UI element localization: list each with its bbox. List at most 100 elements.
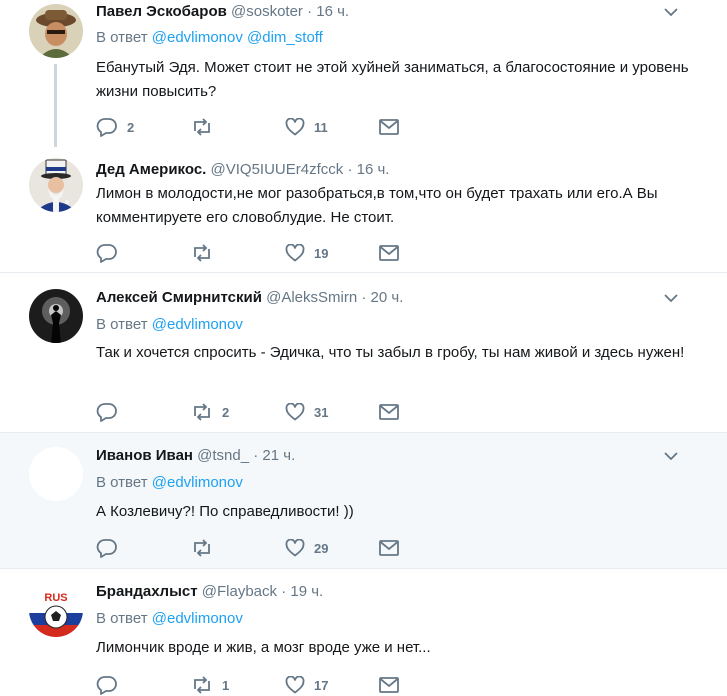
mention-link[interactable]: @dim_stoff — [247, 29, 323, 46]
envelope-icon — [379, 119, 399, 135]
heart-icon — [285, 118, 305, 136]
direct-message-button[interactable] — [379, 242, 399, 264]
person-with-hat-icon[interactable] — [29, 4, 83, 58]
retweet-icon — [194, 539, 210, 557]
tweet-header: Иванов Иван @tsnd_ · 21 ч. — [96, 446, 295, 466]
envelope-icon — [379, 540, 399, 556]
user-name[interactable]: Брандахлыст — [96, 583, 198, 600]
retweet-button[interactable] — [191, 116, 222, 138]
retweet-icon — [194, 676, 210, 694]
retweet-icon — [194, 118, 210, 136]
retweet-button[interactable] — [191, 242, 222, 264]
tweet[interactable]: Павел Эскобаров @soskoter · 16 ч. В отве… — [0, 0, 727, 155]
like-button[interactable]: 29 — [285, 537, 328, 559]
direct-message-button[interactable] — [379, 116, 399, 138]
reply-icon — [96, 244, 117, 263]
retweet-count: 2 — [222, 404, 230, 420]
reply-icon — [96, 539, 117, 558]
tweet[interactable]: RUS Брандахлыст @Flayback · 19 ч. В отве… — [0, 569, 727, 695]
heart-icon — [285, 403, 305, 421]
tweet-actions: 29 — [96, 537, 416, 559]
tweet-text: Лимончик вроде и жив, а мозг вроде уже и… — [96, 639, 431, 656]
reply-icon — [96, 676, 117, 695]
timestamp[interactable]: 16 ч. — [316, 3, 349, 20]
chevron-down-icon[interactable] — [663, 292, 679, 304]
heart-icon — [285, 539, 305, 557]
reply-icon — [96, 118, 117, 137]
envelope-icon — [379, 245, 399, 261]
tweet-actions: 1 17 — [96, 674, 416, 696]
tweet-actions: 2 11 — [96, 116, 416, 138]
tweet-header: Алексей Смирнитский @AleksSmirn · 20 ч. — [96, 288, 403, 308]
user-handle[interactable]: @soskoter — [231, 3, 303, 20]
timestamp[interactable]: 20 ч. — [371, 289, 404, 306]
mention-link[interactable]: @edvlimonov — [152, 610, 243, 627]
user-name[interactable]: Иванов Иван — [96, 447, 193, 464]
user-handle[interactable]: @tsnd_ — [197, 447, 249, 464]
timestamp[interactable]: 19 ч. — [290, 583, 323, 600]
mention-link[interactable]: @edvlimonov — [152, 316, 243, 333]
user-name[interactable]: Алексей Смирнитский — [96, 289, 262, 306]
tweet-actions: 19 — [96, 242, 416, 264]
user-handle[interactable]: @Flayback — [202, 583, 277, 600]
user-handle[interactable]: @AleksSmirn — [266, 289, 357, 306]
reply-prefix: В ответ — [96, 29, 148, 46]
like-count: 31 — [314, 404, 329, 420]
user-handle[interactable]: @VIQ5IUUEr4zfcck — [211, 161, 344, 178]
reply-prefix: В ответ — [96, 474, 148, 491]
reply-button[interactable] — [96, 401, 127, 423]
reply-button[interactable] — [96, 242, 127, 264]
direct-message-button[interactable] — [379, 537, 399, 559]
retweet-button[interactable]: 2 — [191, 401, 229, 423]
like-count: 11 — [314, 119, 328, 135]
direct-message-button[interactable] — [379, 401, 399, 423]
chevron-down-icon[interactable] — [663, 450, 679, 462]
user-name[interactable]: Дед Америкос. — [96, 161, 206, 178]
like-button[interactable]: 19 — [285, 242, 328, 264]
tweet[interactable]: Алексей Смирнитский @AleksSmirn · 20 ч. … — [0, 273, 727, 432]
separator-dot: · — [347, 161, 353, 178]
reply-button[interactable] — [96, 674, 127, 696]
separator-dot: · — [361, 289, 367, 306]
like-count: 19 — [314, 245, 329, 261]
user-name[interactable]: Павел Эскобаров — [96, 3, 227, 20]
direct-message-button[interactable] — [379, 674, 399, 696]
heart-icon — [285, 676, 305, 694]
reply-icon — [96, 403, 117, 422]
chevron-down-icon[interactable] — [663, 6, 679, 18]
tweet-text: Ебанутый Эдя. Может стоит не этой хуйней… — [96, 59, 689, 100]
separator-dot: · — [307, 3, 313, 20]
rus-flag-football-icon[interactable]: RUS — [29, 583, 83, 637]
like-button[interactable]: 11 — [285, 116, 328, 138]
mention-link[interactable]: @edvlimonov — [152, 29, 243, 46]
envelope-icon — [379, 404, 399, 420]
retweet-icon — [194, 403, 210, 421]
reply-context: В ответ @edvlimonov — [96, 609, 243, 629]
mention-link[interactable]: @edvlimonov — [152, 474, 243, 491]
tweet-text: Лимон в молодости,не мог разобраться,в т… — [96, 185, 658, 226]
reply-context: В ответ @edvlimonov — [96, 473, 243, 493]
tweet-actions: 2 31 — [96, 401, 416, 423]
envelope-icon — [379, 677, 399, 693]
reply-prefix: В ответ — [96, 610, 148, 627]
retweet-button[interactable] — [191, 537, 222, 559]
like-button[interactable]: 17 — [285, 674, 328, 696]
reply-button[interactable]: 2 — [96, 116, 134, 138]
reply-button[interactable] — [96, 537, 127, 559]
reply-count: 2 — [127, 119, 135, 135]
thread-line — [54, 64, 57, 147]
timestamp[interactable]: 21 ч. — [262, 447, 295, 464]
tweet-header: Павел Эскобаров @soskoter · 16 ч. — [96, 2, 349, 22]
reply-context: В ответ @edvlimonov — [96, 315, 243, 335]
silhouette-photo-icon[interactable] — [29, 289, 83, 343]
uncle-sam-icon[interactable] — [29, 158, 83, 212]
tweet[interactable]: Иванов Иван @tsnd_ · 21 ч. В ответ @edvl… — [0, 433, 727, 568]
like-button[interactable]: 31 — [285, 401, 328, 423]
retweet-button[interactable]: 1 — [191, 674, 229, 696]
like-count: 17 — [314, 677, 329, 693]
tweet-text: А Козлевичу?! По справедливости! )) — [96, 503, 354, 520]
timestamp[interactable]: 16 ч. — [357, 161, 390, 178]
tweet[interactable]: Дед Америкос. @VIQ5IUUEr4zfcck · 16 ч. Л… — [0, 155, 727, 272]
blank-avatar-icon[interactable] — [29, 447, 83, 501]
retweet-count: 1 — [222, 677, 230, 693]
